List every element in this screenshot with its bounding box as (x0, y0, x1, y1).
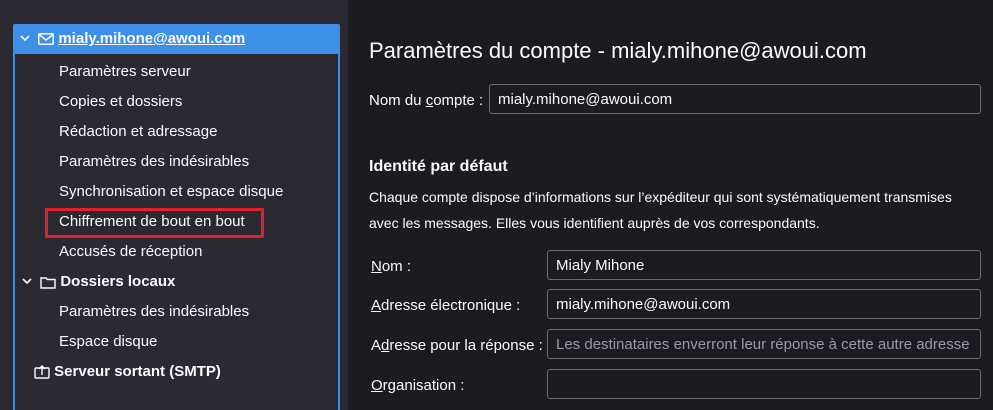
tree-item-smtp[interactable]: Serveur sortant (SMTP) (34, 357, 221, 387)
reply-to-input[interactable] (547, 329, 981, 359)
annotation-highlight-box (45, 208, 264, 238)
tree-item-local-junk[interactable]: Paramètres des indésirables (15, 297, 249, 327)
chevron-down-icon[interactable] (20, 268, 34, 298)
name-input[interactable] (547, 250, 981, 280)
mail-icon (38, 33, 55, 45)
tree-item-label: Synchronisation et espace disque (59, 183, 284, 200)
tree-item-server-settings[interactable]: Paramètres serveur (15, 57, 191, 87)
account-name-label: Nom du compte : (369, 92, 484, 109)
account-label: mialy.mihone@awoui.com (58, 30, 246, 47)
tree-item-return-receipts[interactable]: Accusés de réception (15, 237, 202, 267)
account-settings-panel: Paramètres du compte - mialy.mihone@awou… (348, 0, 993, 410)
chevron-down-icon[interactable] (18, 25, 32, 55)
organization-input[interactable] (547, 369, 981, 399)
page-title: Paramètres du compte - mialy.mihone@awou… (369, 38, 867, 63)
smtp-label: Serveur sortant (SMTP) (54, 363, 221, 380)
email-label: Adresse électronique : (371, 297, 521, 314)
tree-item-label: Paramètres des indésirables (59, 153, 250, 170)
email-input[interactable] (547, 289, 981, 319)
tree-item-sync-storage[interactable]: Synchronisation et espace disque (15, 177, 283, 207)
tree-item-account[interactable]: mialy.mihone@awoui.com (13, 24, 340, 54)
reply-to-label: Adresse pour la réponse : (371, 337, 543, 354)
tree-item-label: Rédaction et adressage (59, 123, 218, 140)
account-tree[interactable]: mialy.mihone@awoui.com Paramètres serveu… (13, 24, 340, 410)
account-sidebar: mialy.mihone@awoui.com Paramètres serveu… (0, 0, 348, 410)
tree-item-label: Paramètres serveur (59, 63, 191, 80)
tree-item-copies-folders[interactable]: Copies et dossiers (15, 87, 182, 117)
tree-item-composition[interactable]: Rédaction et adressage (15, 117, 217, 147)
tree-item-label: Copies et dossiers (59, 93, 183, 110)
tree-item-label: Accusés de réception (59, 243, 203, 260)
tree-item-local-disk-space[interactable]: Espace disque (15, 327, 157, 357)
folder-icon (40, 276, 56, 289)
identity-heading: Identité par défaut (369, 158, 508, 175)
tree-item-local-folders[interactable]: Dossiers locaux (20, 267, 175, 297)
tree-item-junk-settings[interactable]: Paramètres des indésirables (15, 147, 249, 177)
tree-item-label: Paramètres des indésirables (59, 303, 250, 320)
name-label: Nom : (371, 258, 412, 275)
tree-item-label: Espace disque (59, 333, 158, 350)
account-name-input[interactable] (489, 84, 981, 114)
local-folders-label: Dossiers locaux (60, 273, 176, 290)
organization-label: Organisation : (371, 377, 465, 394)
outgoing-server-icon (34, 365, 50, 379)
identity-description: Chaque compte dispose d’informations sur… (369, 189, 952, 231)
